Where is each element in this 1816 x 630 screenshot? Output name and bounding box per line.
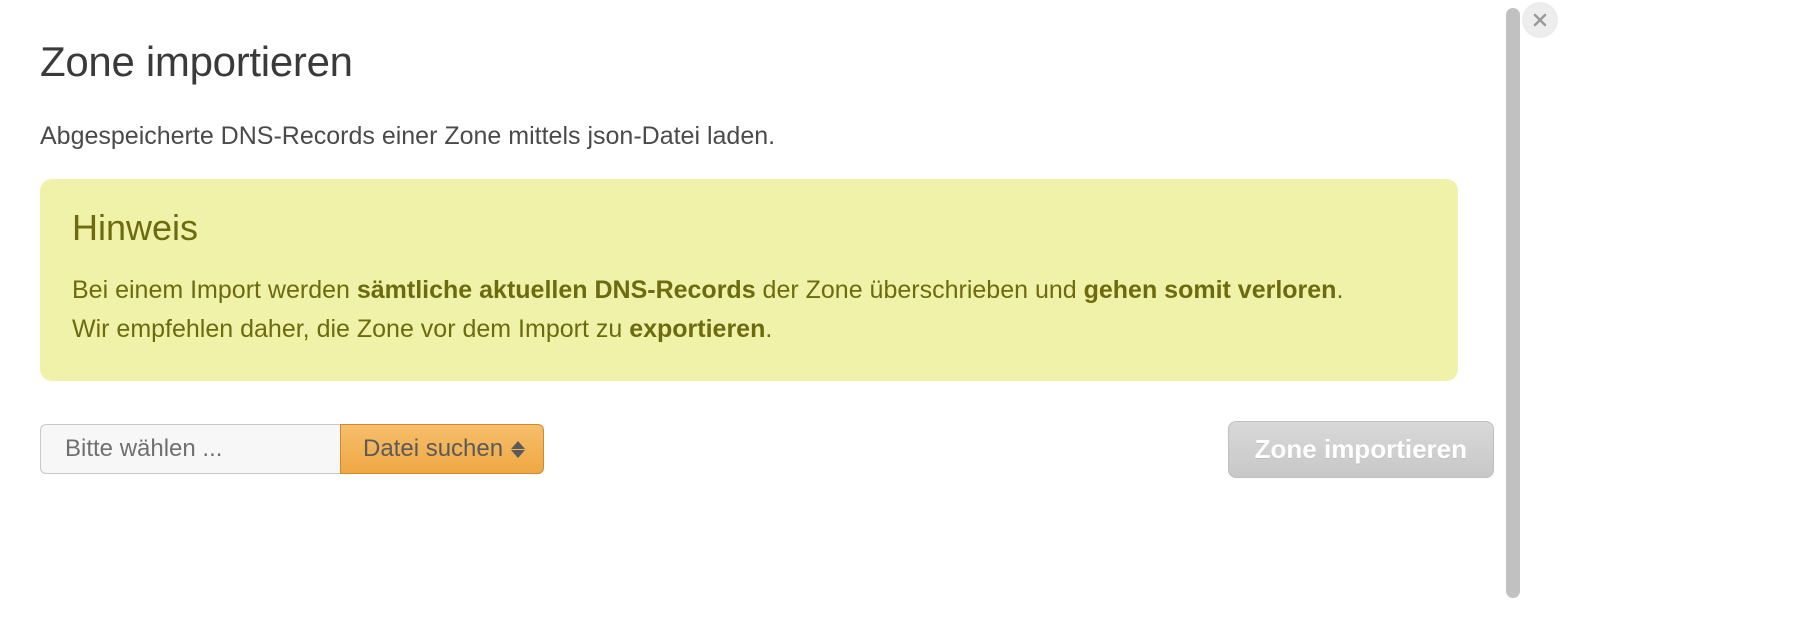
notice-bold-1: sämtliche aktuellen DNS-Records (357, 276, 756, 304)
notice-title: Hinweis (72, 207, 1426, 249)
notice-text-3: . (1336, 276, 1343, 304)
description-text: Abgespeicherte DNS-Records einer Zone mi… (40, 122, 1458, 151)
notice-box: Hinweis Bei einem Import werden sämtlich… (40, 179, 1458, 381)
file-select-group: Bitte wählen ... Datei suchen (40, 424, 544, 474)
import-zone-dialog: Zone importieren Abgespeicherte DNS-Reco… (0, 0, 1816, 630)
notice-text-1: Bei einem Import werden (72, 276, 357, 304)
notice-text-4: Wir empfehlen daher, die Zone vor dem Im… (72, 315, 629, 343)
action-row: Bitte wählen ... Datei suchen Zone impor… (40, 421, 1494, 478)
notice-bold-2: gehen somit verloren (1084, 276, 1337, 304)
close-icon[interactable] (1522, 2, 1558, 38)
page-title: Zone importieren (40, 38, 1458, 86)
scrollbar-track[interactable] (1506, 8, 1520, 616)
notice-text-5: . (765, 315, 772, 343)
notice-text-2: der Zone überschrieben und (756, 276, 1084, 304)
file-browse-label: Datei suchen (363, 435, 503, 463)
file-select-display: Bitte wählen ... (40, 424, 340, 474)
notice-body: Bei einem Import werden sämtliche aktuel… (72, 271, 1426, 349)
import-zone-button[interactable]: Zone importieren (1228, 421, 1494, 478)
scrollbar-thumb[interactable] (1506, 8, 1520, 598)
notice-bold-3: exportieren (629, 315, 765, 343)
stepper-icon (511, 441, 525, 458)
file-browse-button[interactable]: Datei suchen (340, 424, 544, 474)
content-area: Zone importieren Abgespeicherte DNS-Reco… (0, 0, 1498, 630)
